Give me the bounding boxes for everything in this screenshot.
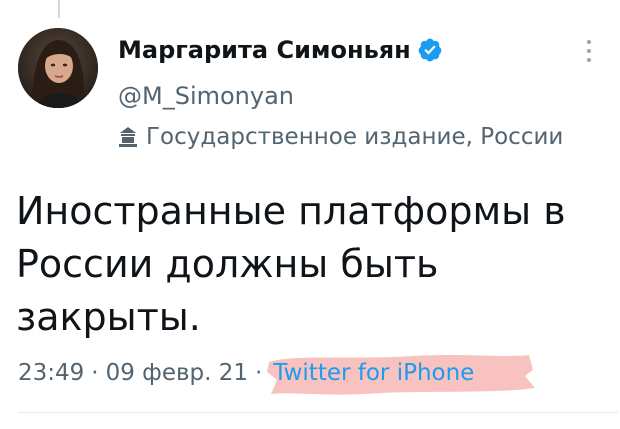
source-client-label[interactable]: Twitter for iPhone: [271, 360, 476, 386]
meta-separator: ·: [255, 360, 263, 386]
source-client[interactable]: Twitter for iPhone: [267, 355, 536, 395]
thread-connector-line: [58, 0, 60, 18]
more-vertical-icon[interactable]: [583, 38, 595, 64]
state-media-text: Государственное издание, России: [146, 124, 564, 150]
avatar-photo: [18, 28, 98, 108]
author-name-row[interactable]: Маргарита Симоньян: [118, 36, 443, 64]
author-display-name[interactable]: Маргарита Симоньян: [118, 36, 411, 64]
author-avatar[interactable]: [18, 28, 98, 108]
tweet-time[interactable]: 23:49: [18, 360, 84, 386]
state-media-label[interactable]: Государственное издание, России: [118, 124, 620, 150]
verified-badge-icon: [418, 38, 442, 62]
tweet-date[interactable]: 09 февр. 21: [106, 360, 248, 386]
tweet-text: Иностранные платформы в России должны бы…: [16, 189, 566, 339]
tweet-metadata: 23:49 · 09 февр. 21 · Twitter for iPhone: [18, 355, 536, 395]
meta-separator: ·: [91, 360, 99, 386]
state-media-icon: [119, 127, 137, 147]
tweet-divider: [18, 412, 618, 413]
author-handle[interactable]: @M_Simonyan: [118, 82, 294, 110]
